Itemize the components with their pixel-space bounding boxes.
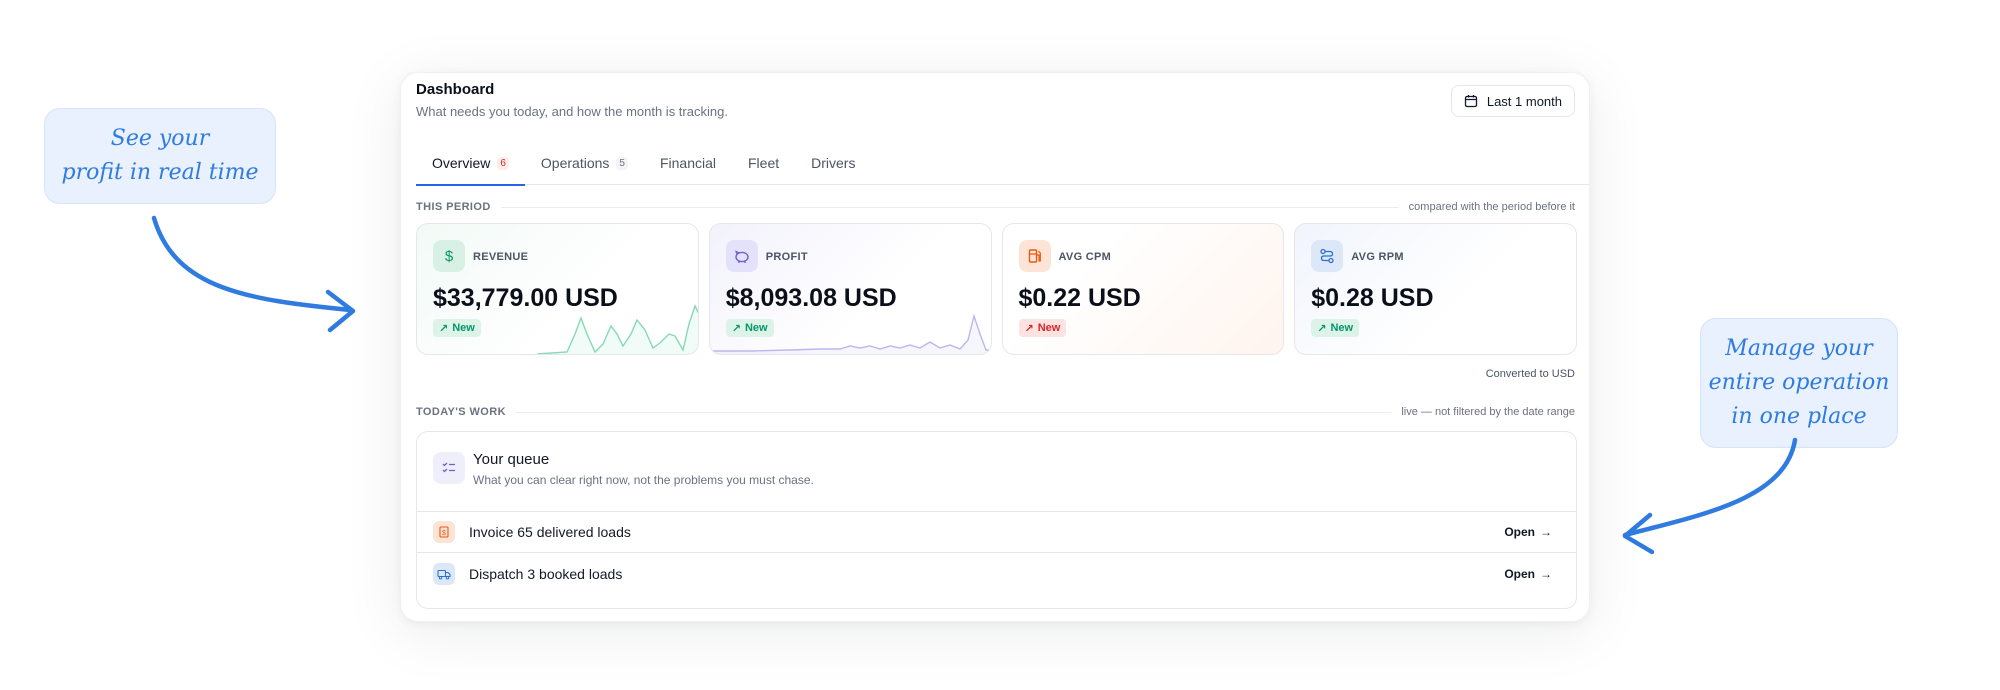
metric-badge-label: New bbox=[1330, 322, 1354, 334]
route-icon bbox=[1311, 240, 1344, 272]
arrow-up-right-icon: ↗ bbox=[1317, 322, 1327, 335]
callout-left-line2: profit in real time bbox=[61, 160, 259, 185]
queue-subtitle: What you can clear right now, not the pr… bbox=[473, 473, 814, 487]
metric-label: PROFIT bbox=[765, 251, 808, 263]
queue-item-label: Dispatch 3 booked loads bbox=[469, 565, 623, 582]
queue-title: Your queue bbox=[473, 451, 550, 468]
metric-badge-label: New bbox=[1037, 322, 1061, 334]
todays-work-label: TODAY'S WORK bbox=[416, 406, 506, 418]
metric-cards: $ REVENUE $33,779.00 USD ↗ New PROFIT $8… bbox=[416, 223, 1577, 355]
callout-profit: See your profit in real time bbox=[44, 108, 276, 204]
callout-left-line1: See your bbox=[110, 126, 210, 151]
revenue-sparkline bbox=[536, 304, 698, 354]
callout-right-line3: in one place bbox=[1731, 404, 1867, 429]
metric-badge: ↗ New bbox=[1311, 319, 1360, 337]
metric-badge: ↗ New bbox=[1018, 319, 1067, 337]
arrow-right-head bbox=[1622, 512, 1655, 555]
fuel-pump-icon bbox=[1018, 240, 1051, 272]
piggy-bank-icon bbox=[725, 240, 758, 272]
callout-operation: Manage your entire operation in one plac… bbox=[1700, 318, 1898, 448]
tab-drivers-label: Drivers bbox=[811, 155, 856, 171]
callout-right-line1: Manage your bbox=[1725, 336, 1873, 361]
page-title: Dashboard bbox=[416, 81, 495, 98]
metric-label: REVENUE bbox=[473, 251, 529, 263]
queue-item-dispatch[interactable]: Dispatch 3 booked loads Open → bbox=[417, 553, 1576, 594]
invoice-icon: $ bbox=[433, 521, 455, 543]
queue-item-invoice[interactable]: $ Invoice 65 delivered loads Open → bbox=[417, 512, 1576, 553]
tab-financial-label: Financial bbox=[659, 155, 716, 171]
arrow-right-icon: → bbox=[1540, 566, 1552, 581]
date-range-button[interactable]: Last 1 month bbox=[1450, 85, 1575, 117]
open-link-label: Open bbox=[1504, 566, 1535, 581]
truck-icon bbox=[433, 562, 455, 585]
dollar-icon: $ bbox=[433, 240, 465, 272]
tab-operations-badge: 5 bbox=[616, 157, 628, 170]
checklist-icon bbox=[433, 452, 465, 484]
converted-note: Converted to USD bbox=[1485, 368, 1575, 380]
metric-card-avg-rpm[interactable]: AVG RPM $0.28 USD ↗ New bbox=[1294, 223, 1577, 355]
date-range-label: Last 1 month bbox=[1486, 93, 1562, 109]
this-period-label: THIS PERIOD bbox=[416, 201, 491, 213]
open-link[interactable]: Open → bbox=[1504, 567, 1552, 581]
queue-item-label: Invoice 65 delivered loads bbox=[469, 524, 631, 540]
profit-sparkline bbox=[709, 313, 991, 354]
todays-work-header: TODAY'S WORK live — not filtered by the … bbox=[416, 406, 1575, 418]
svg-text:$: $ bbox=[445, 248, 454, 264]
svg-text:$: $ bbox=[442, 530, 446, 537]
arrow-right-curve bbox=[1622, 437, 1798, 538]
tab-fleet[interactable]: Fleet bbox=[732, 153, 795, 185]
arrow-left-head bbox=[325, 289, 356, 333]
metric-card-avg-cpm[interactable]: AVG CPM $0.22 USD ↗ New bbox=[1001, 223, 1285, 355]
metric-label: AVG CPM bbox=[1058, 251, 1112, 263]
open-link[interactable]: Open → bbox=[1504, 525, 1552, 539]
tab-drivers[interactable]: Drivers bbox=[795, 153, 871, 185]
tab-operations[interactable]: Operations 5 bbox=[525, 153, 644, 185]
dashboard-card: Dashboard What needs you today, and how … bbox=[400, 72, 1590, 622]
tab-operations-label: Operations bbox=[540, 155, 610, 171]
tab-overview-label: Overview bbox=[432, 155, 491, 171]
queue-header: Your queue What you can clear right now,… bbox=[417, 432, 1576, 512]
arrow-left-curve bbox=[151, 215, 353, 313]
metric-card-revenue[interactable]: $ REVENUE $33,779.00 USD ↗ New bbox=[416, 223, 699, 355]
section-divider bbox=[515, 411, 1392, 413]
this-period-note: compared with the period before it bbox=[1408, 201, 1575, 213]
todays-work-note: live — not filtered by the date range bbox=[1401, 406, 1575, 418]
metric-card-profit[interactable]: PROFIT $8,093.08 USD ↗ New bbox=[708, 223, 992, 355]
tab-overview-badge: 6 bbox=[497, 157, 509, 170]
arrow-up-right-icon: ↗ bbox=[1024, 322, 1034, 335]
metric-label: AVG RPM bbox=[1351, 251, 1404, 263]
tab-overview[interactable]: Overview 6 bbox=[416, 153, 525, 186]
tab-fleet-label: Fleet bbox=[748, 155, 780, 171]
tab-bar: Overview 6 Operations 5 Financial Fleet … bbox=[416, 153, 1589, 186]
arrow-right-icon: → bbox=[1540, 525, 1552, 539]
callout-right-line2: entire operation bbox=[1708, 370, 1890, 395]
open-link-label: Open bbox=[1504, 525, 1535, 539]
page-subtitle: What needs you today, and how the month … bbox=[416, 104, 728, 119]
section-divider bbox=[500, 206, 1399, 208]
dashboard-header: Dashboard What needs you today, and how … bbox=[416, 81, 728, 119]
tab-financial[interactable]: Financial bbox=[644, 153, 732, 185]
queue-panel: Your queue What you can clear right now,… bbox=[416, 431, 1577, 609]
this-period-header: THIS PERIOD compared with the period bef… bbox=[416, 201, 1575, 213]
calendar-icon bbox=[1464, 95, 1477, 108]
metric-value: $0.22 USD bbox=[1018, 284, 1141, 312]
metric-value: $0.28 USD bbox=[1311, 284, 1434, 312]
